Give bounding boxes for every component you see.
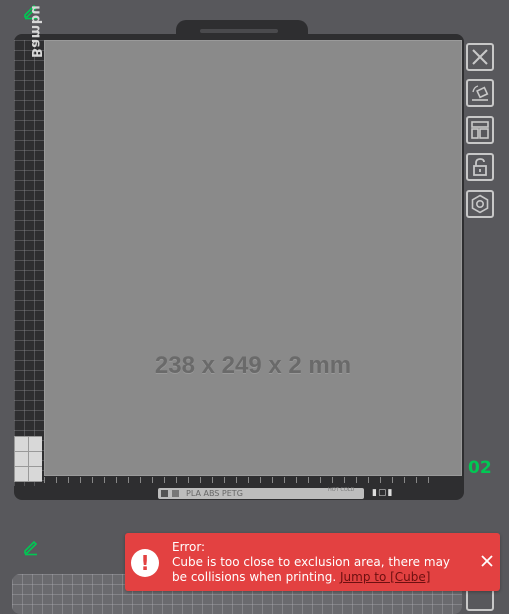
arrange-icon — [471, 121, 489, 139]
edit-plate-name-icon[interactable] — [22, 538, 40, 556]
auto-orient-button[interactable] — [466, 79, 494, 107]
build-plate-bed[interactable]: 238 x 249 x 2 mm — [44, 40, 462, 476]
error-title: Error: — [172, 540, 206, 554]
plate-grid-strip — [14, 40, 44, 486]
arrange-button[interactable] — [466, 116, 494, 144]
plate-dimensions: 238 x 249 x 2 mm — [154, 352, 352, 379]
qr-icon-2 — [172, 490, 179, 497]
error-message: Cube is too close to exclusion area, the… — [172, 555, 462, 585]
qr-icon — [161, 490, 168, 497]
jump-to-object-link[interactable]: Jump to [Cube] — [340, 570, 430, 584]
plate-label-strip: PLA ABS PETG HOT COLD — [158, 488, 364, 499]
plate-grid-corner — [14, 436, 42, 482]
plate-number: 02 — [468, 458, 492, 478]
plate-brand-label: Bambu Textured PEI Plate — [28, 0, 43, 58]
close-icon[interactable] — [480, 554, 494, 568]
close-icon — [472, 49, 488, 65]
lock-icon — [473, 158, 487, 176]
plate-bottom-ruler — [44, 477, 434, 483]
plate-marker-icons: ▮▢▮ — [372, 488, 394, 498]
lock-plate-button[interactable] — [466, 153, 494, 181]
plate-label-small: HOT COLD — [328, 487, 355, 493]
error-alert-icon: ! — [131, 549, 159, 577]
plate-label-text: PLA ABS PETG — [186, 489, 243, 498]
error-notification: ! Error: Cube is too close to exclusion … — [125, 533, 500, 591]
close-plate-button[interactable] — [466, 43, 494, 71]
auto-orient-icon — [472, 85, 489, 101]
settings-icon — [471, 194, 489, 214]
plate-settings-button[interactable] — [466, 190, 494, 218]
plate-tab-slot — [200, 29, 278, 33]
